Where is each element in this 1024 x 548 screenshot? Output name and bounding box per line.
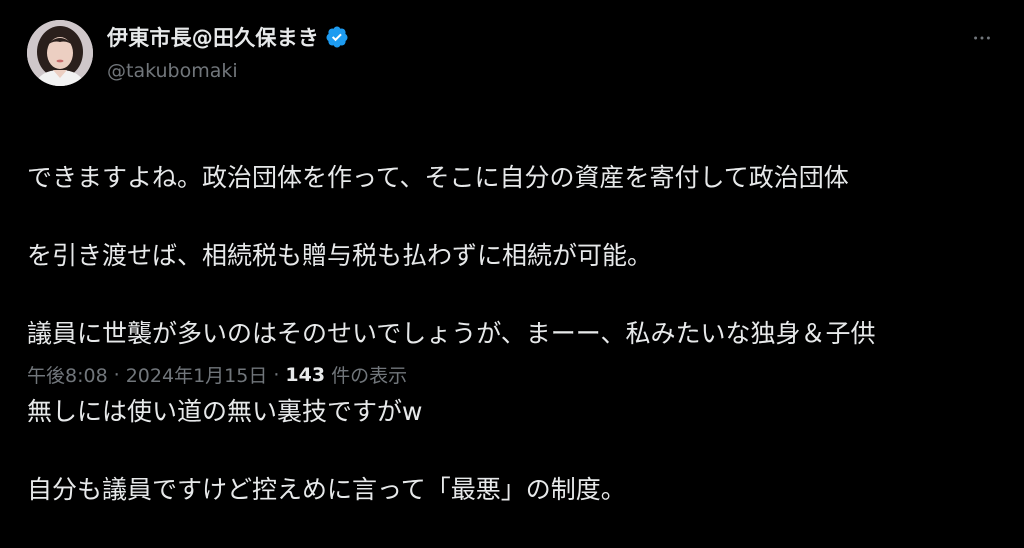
tweet-text-line: 自分も議員ですけど控えめに言って「最悪」の制度。 (27, 475, 626, 504)
tweet-date[interactable]: 2024年1月15日 (126, 361, 268, 388)
tweet-meta: 午後8:08 · 2024年1月15日 · 143 件の表示 (27, 361, 407, 388)
avatar[interactable] (27, 20, 93, 86)
tweet-text-line: できますよね。政治団体を作って、そこに自分の資産を寄付して政治団体 (27, 163, 849, 192)
tweet-text-line: 無しには使い道の無い裏技ですがw (27, 397, 423, 426)
views-count[interactable]: 143 (285, 364, 325, 386)
views-label: 件の表示 (331, 365, 408, 387)
tweet-text-line: 議員に世襲が多いのはそのせいでしょうが、まーー、私みたいな独身＆子供 (27, 319, 876, 348)
tweet-card: 伊東市長@田久保まき @takubomaki できますよね。政治団体を作って、そ… (0, 0, 1024, 504)
verified-badge-icon[interactable] (325, 25, 349, 49)
tweet-text: できますよね。政治団体を作って、そこに自分の資産を寄付して政治団体 を引き渡せば… (27, 119, 1002, 548)
meta-separator: · (113, 363, 120, 386)
author-header: 伊東市長@田久保まき @takubomaki (107, 24, 349, 82)
tweet-time[interactable]: 午後8:08 (27, 361, 108, 388)
author-handle[interactable]: @takubomaki (107, 60, 349, 82)
avatar-image (27, 20, 93, 86)
tweet-text-line: を引き渡せば、相続税も贈与税も払わずに相続が可能。 (27, 241, 653, 270)
display-name-row: 伊東市長@田久保まき (107, 24, 349, 50)
display-name[interactable]: 伊東市長@田久保まき (107, 22, 319, 52)
meta-separator: · (273, 363, 280, 386)
more-dots-icon[interactable] (968, 24, 996, 52)
